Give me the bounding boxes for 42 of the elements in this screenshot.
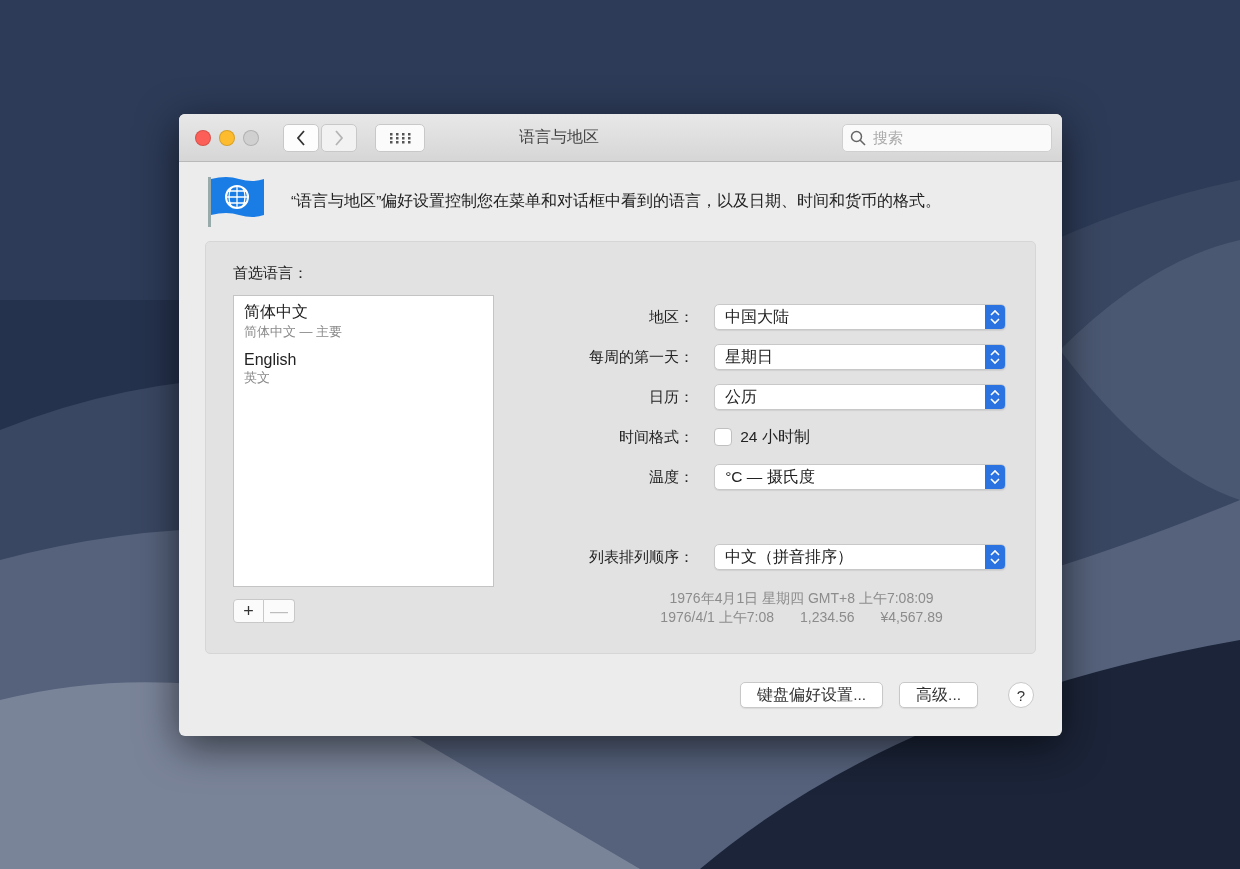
help-button[interactable]: ? [1008,682,1034,708]
window-control-icon[interactable] [219,129,235,146]
sample-text: ¥4,567.89 [880,608,943,627]
search-field[interactable]: 搜索 [842,123,1052,152]
setting-label: 温度： [649,467,695,487]
flag-globe-icon [207,175,267,227]
checkbox[interactable] [714,428,733,446]
setting-label: 每周的第一天： [589,347,695,367]
checkbox-label: 24 小时制 [740,426,810,447]
setting-label: 时间格式： [619,427,695,447]
setting-label: 列表排列顺序： [589,547,695,567]
stepper-icon [985,345,1006,369]
push-button[interactable]: 键盘偏好设置... [740,682,884,708]
window-title: 语言与地区 [517,127,600,147]
popup-button[interactable]: °C — 摄氏度 [714,464,1007,490]
popup-button[interactable]: 星期日 [714,344,1007,370]
setting-label: 日历： [649,387,695,407]
description-text: “语言与地区”偏好设置控制您在菜单和对话框中看到的语言，以及日期、时间和货币的格式。 [291,190,942,211]
sample-text: 1976/4/1 上午7:08 [660,608,774,627]
search-icon [850,129,866,146]
setting-label: 地区： [649,307,695,327]
language-detail: 英文 [244,369,271,387]
popup-button[interactable]: 中文（拼音排序） [714,544,1007,570]
sample-text: 1,234.56 [800,608,855,627]
popup-button[interactable]: 公历 [714,384,1007,410]
stepper-icon [985,465,1006,489]
language-detail: 简体中文 — 主要 [244,323,344,341]
stepper-icon [985,545,1006,569]
language-name[interactable]: English [244,351,484,369]
list-label: 首选语言： [233,264,309,283]
window-control-icon[interactable] [243,129,259,146]
window-control-icon[interactable] [195,129,211,146]
back-button[interactable] [283,123,319,152]
sample-text: 1976年4月1日 星期四 GMT+8 上午7:08:09 [669,589,934,608]
add-button[interactable]: + [233,599,264,623]
stepper-icon [985,385,1006,409]
popup-button[interactable]: 中国大陆 [714,304,1007,330]
grid-icon [389,131,411,144]
push-button[interactable]: 高级... [899,682,978,708]
stepper-icon [985,305,1006,329]
language-name[interactable]: 简体中文 [244,302,484,323]
grid-button[interactable] [375,123,425,152]
